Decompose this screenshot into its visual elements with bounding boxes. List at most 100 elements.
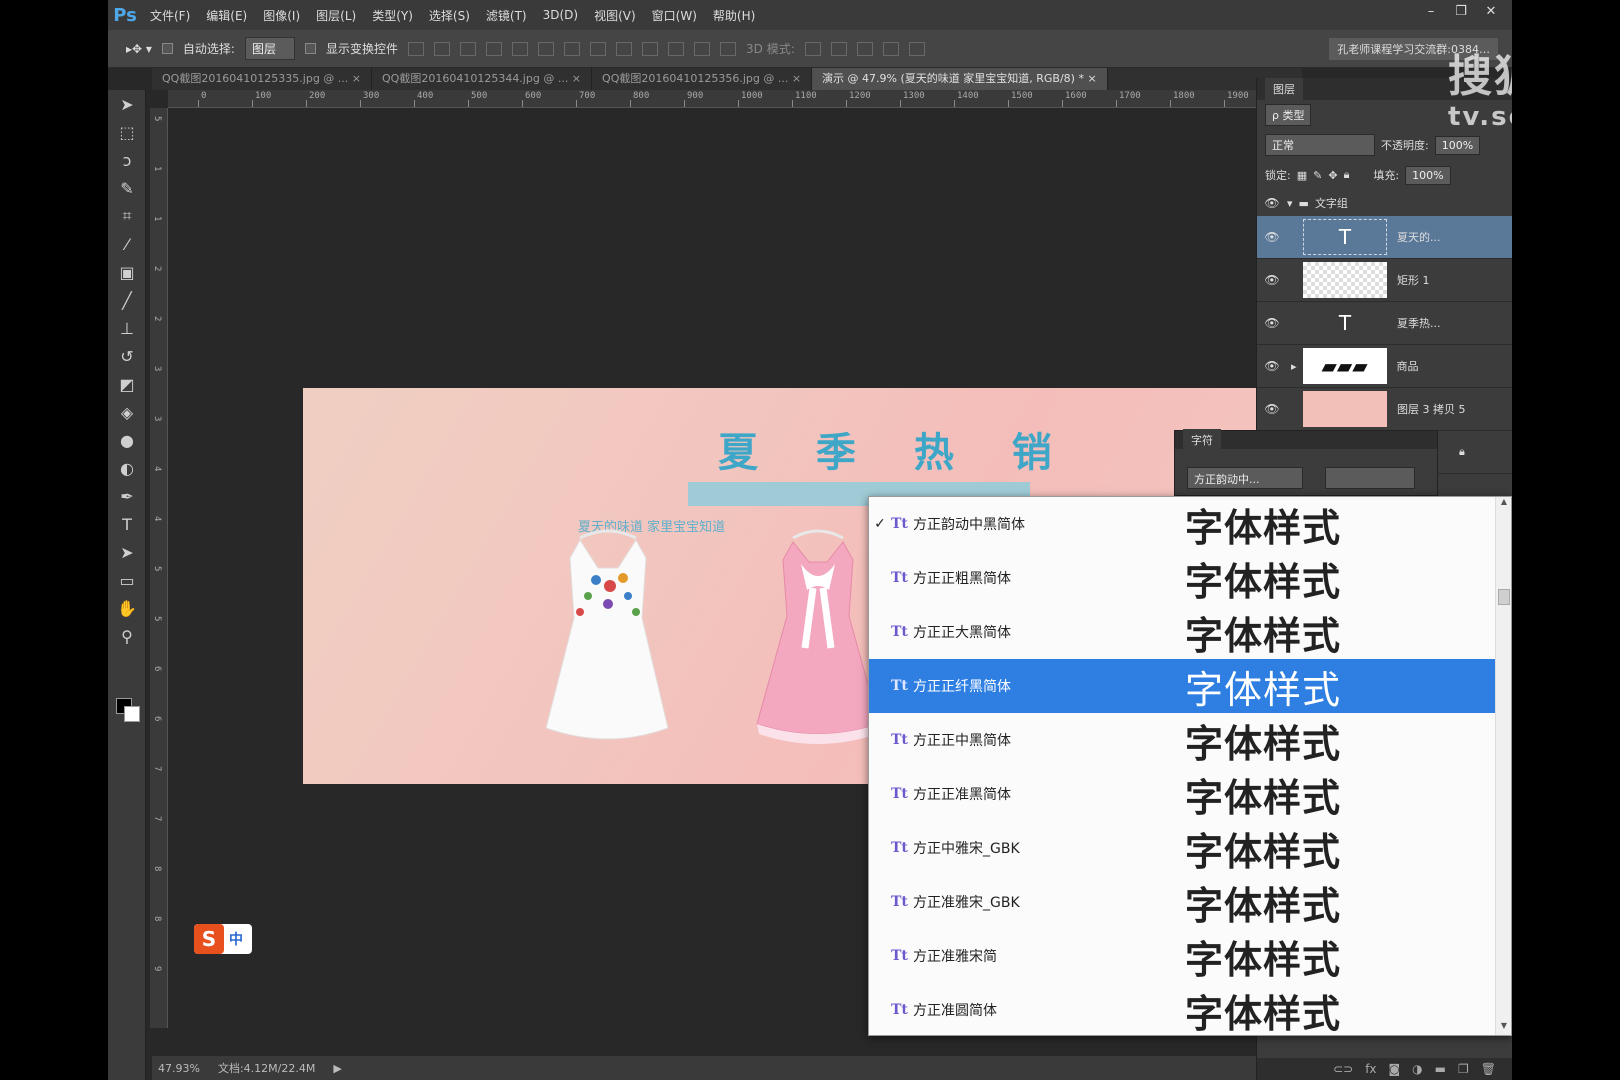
quick-select-tool-icon[interactable]: ✎	[108, 174, 146, 202]
opacity-input[interactable]: 100%	[1434, 135, 1481, 155]
distribute-center-icon[interactable]	[668, 41, 684, 56]
layer-filter-select[interactable]: ρ 类型	[1265, 104, 1312, 126]
menu-edit[interactable]: 编辑(E)	[198, 7, 255, 24]
tab-character[interactable]: 字符	[1183, 429, 1221, 451]
distribute-right-icon[interactable]	[694, 41, 710, 56]
group-expand-icon[interactable]: ▸	[1291, 360, 1297, 373]
eye-icon[interactable]: 👁︎	[1257, 316, 1287, 330]
new-group-icon[interactable]: ▬	[1435, 1062, 1446, 1076]
blur-tool-icon[interactable]: ●	[108, 426, 146, 454]
doc-tab[interactable]: QQ截图20160410125356.jpg @ ... ×	[592, 68, 813, 90]
eyedropper-tool-icon[interactable]: ⁄	[108, 230, 146, 258]
3d-scale-icon[interactable]	[908, 41, 925, 56]
background-color-swatch[interactable]	[124, 706, 140, 722]
3d-drag-icon[interactable]	[856, 41, 873, 56]
move-tool-icon[interactable]: ➤	[108, 90, 146, 118]
eye-icon[interactable]: 👁︎	[1257, 402, 1287, 416]
3d-rotate-icon[interactable]	[804, 41, 821, 56]
layer-row[interactable]: 👁︎ 矩形 1	[1257, 259, 1512, 302]
status-expand-icon[interactable]: ▶	[333, 1062, 341, 1075]
font-option[interactable]: Tt 方正正中黑简体 字体样式	[869, 713, 1495, 767]
font-list-scrollbar[interactable]: ▲ ▼	[1495, 497, 1511, 1035]
align-bottom-icon[interactable]	[460, 41, 476, 56]
menu-select[interactable]: 选择(S)	[421, 7, 478, 24]
font-option-selected[interactable]: Tt 方正正纤黑简体 字体样式	[869, 659, 1495, 713]
eye-icon[interactable]: 👁︎	[1257, 273, 1287, 287]
distribute-middle-icon[interactable]	[590, 41, 606, 56]
menu-image[interactable]: 图像(I)	[255, 7, 308, 24]
horizontal-ruler[interactable]: 0 100 200 300 400 500 600 700 800 900 1000 1100 1200…	[168, 90, 1302, 108]
lock-all-icon[interactable]: 🔒︎	[1344, 168, 1350, 182]
font-style-select[interactable]	[1325, 467, 1415, 489]
font-option[interactable]: Tt 方正正准黑简体 字体样式	[869, 767, 1495, 821]
font-option[interactable]: Tt 方正准雅宋_GBK 字体样式	[869, 875, 1495, 929]
align-center-icon[interactable]	[512, 41, 528, 56]
menu-filter[interactable]: 滤镜(T)	[478, 7, 535, 24]
healing-tool-icon[interactable]: ▣	[108, 258, 146, 286]
eye-icon[interactable]: 👁︎	[1257, 230, 1287, 244]
zoom-tool-icon[interactable]: ⚲	[108, 622, 146, 650]
auto-select-checkbox[interactable]	[161, 43, 173, 54]
delete-layer-icon[interactable]: 🗑︎	[1481, 1062, 1496, 1076]
fill-input[interactable]: 100%	[1405, 165, 1451, 185]
show-transform-checkbox[interactable]	[304, 43, 316, 54]
brush-tool-icon[interactable]: ╱	[108, 286, 146, 314]
align-top-icon[interactable]	[408, 41, 424, 56]
font-option[interactable]: Tt 方正中雅宋_GBK 字体样式	[869, 821, 1495, 875]
font-option[interactable]: Tt 方正准圆简体 字体样式	[869, 983, 1495, 1037]
menu-layer[interactable]: 图层(L)	[308, 7, 364, 24]
type-tool-icon[interactable]: T	[108, 510, 146, 538]
font-option[interactable]: Tt 方正正粗黑简体 字体样式	[869, 551, 1495, 605]
dodge-tool-icon[interactable]: ◐	[108, 454, 146, 482]
align-middle-icon[interactable]	[434, 41, 450, 56]
lock-paint-icon[interactable]: ✎	[1313, 169, 1322, 182]
fx-icon[interactable]: fx	[1365, 1062, 1376, 1076]
menu-file[interactable]: 文件(F)	[142, 7, 198, 24]
menu-3d[interactable]: 3D(D)	[535, 8, 586, 22]
eye-icon[interactable]: 👁︎	[1257, 196, 1287, 210]
history-brush-tool-icon[interactable]: ↺	[108, 342, 146, 370]
restore-button[interactable]: ❐	[1448, 0, 1474, 22]
adjustment-layer-icon[interactable]: ◑	[1412, 1062, 1422, 1076]
minimize-button[interactable]: –	[1418, 0, 1444, 22]
link-layers-icon[interactable]: ⊂⊃	[1333, 1062, 1353, 1076]
shape-tool-icon[interactable]: ▭	[108, 566, 146, 594]
zoom-level[interactable]: 47.93%	[158, 1062, 200, 1075]
new-layer-icon[interactable]: ❐	[1458, 1062, 1469, 1076]
lock-position-icon[interactable]: ✥	[1328, 169, 1337, 182]
layer-row[interactable]: 👁︎ ▸ ▰▰▰ 商品	[1257, 345, 1512, 388]
stamp-tool-icon[interactable]: ⊥	[108, 314, 146, 342]
crop-tool-icon[interactable]: ⌗	[108, 202, 146, 230]
layer-row[interactable]: 👁︎ 图层 3 拷贝 5	[1257, 388, 1512, 431]
align-left-icon[interactable]	[486, 41, 502, 56]
align-right-icon[interactable]	[538, 41, 554, 56]
font-family-select[interactable]: 方正韵动中...	[1187, 467, 1303, 489]
scrollbar-thumb[interactable]	[1498, 589, 1510, 605]
paint-bucket-tool-icon[interactable]: ◈	[108, 398, 146, 426]
close-button[interactable]: ✕	[1478, 0, 1504, 22]
3d-slide-icon[interactable]	[882, 41, 899, 56]
font-option[interactable]: Tt 方正正大黑简体 字体样式	[869, 605, 1495, 659]
doc-tab[interactable]: QQ截图20160410125335.jpg @ ... ×	[152, 68, 373, 90]
vertical-ruler[interactable]: 5 1 1 2 2 3 3 4 4 5 5 6 6 7 7 8 8 9	[150, 108, 168, 1028]
blend-mode-select[interactable]: 正常	[1265, 134, 1375, 156]
font-option[interactable]: Tt 方正准雅宋简 字体样式	[869, 929, 1495, 983]
eraser-tool-icon[interactable]: ◩	[108, 370, 146, 398]
doc-tab-active[interactable]: 演示 @ 47.9% (夏天的味道 家里宝宝知道, RGB/8) * ×	[812, 68, 1108, 90]
auto-align-icon[interactable]	[720, 41, 736, 56]
layer-row[interactable]: 👁︎ T 夏季热...	[1257, 302, 1512, 345]
tab-layers[interactable]: 图层	[1265, 78, 1303, 100]
eye-icon[interactable]: 👁︎	[1257, 359, 1287, 373]
menu-view[interactable]: 视图(V)	[586, 7, 644, 24]
path-select-tool-icon[interactable]: ➤	[108, 538, 146, 566]
group-expand-icon[interactable]: ▾	[1287, 197, 1293, 210]
font-option[interactable]: ✓ Tt 方正韵动中黑简体 字体样式	[869, 497, 1495, 551]
doc-tab[interactable]: QQ截图20160410125344.jpg @ ... ×	[372, 68, 593, 90]
menu-type[interactable]: 类型(Y)	[364, 7, 421, 24]
distribute-left-icon[interactable]	[642, 41, 658, 56]
pen-tool-icon[interactable]: ✒	[108, 482, 146, 510]
add-mask-icon[interactable]: ◙	[1389, 1062, 1401, 1076]
menu-window[interactable]: 窗口(W)	[644, 7, 705, 24]
ime-indicator[interactable]: S 中	[194, 924, 252, 954]
scroll-down-icon[interactable]: ▼	[1496, 1021, 1512, 1035]
